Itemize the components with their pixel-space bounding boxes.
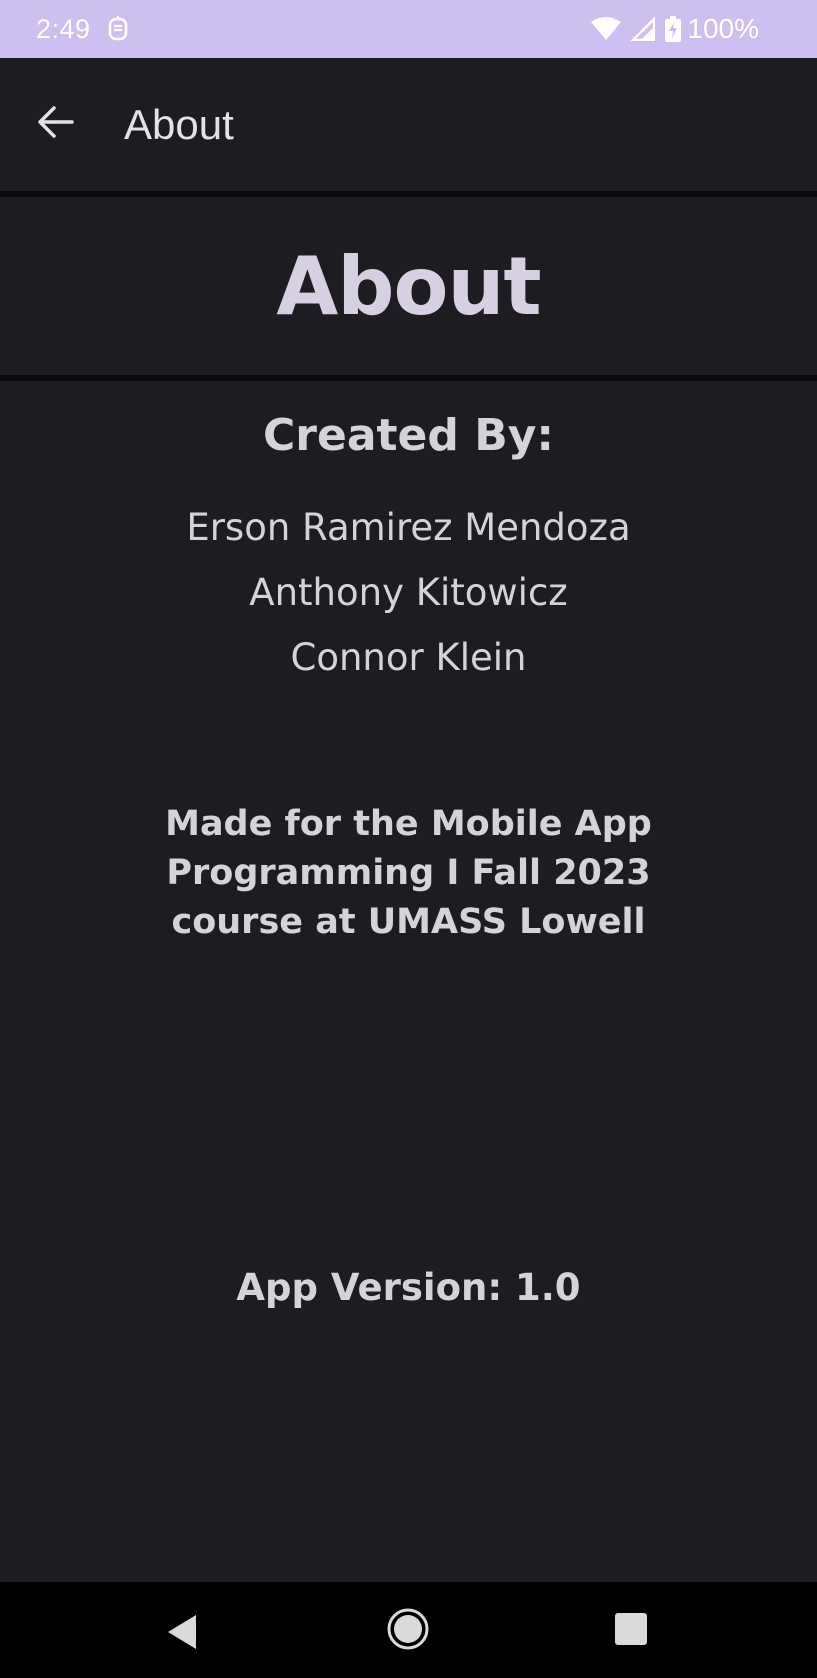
nav-back-button[interactable]: [160, 1612, 204, 1656]
battery-charging-icon: [665, 16, 682, 42]
course-note: Made for the Mobile App Programming I Fa…: [165, 804, 652, 942]
nav-home-icon: [385, 1606, 431, 1657]
about-screen: 2:49 100% About About Created By: Erson …: [0, 0, 817, 1678]
status-right: 100%: [581, 13, 759, 45]
status-bar: 2:49 100%: [0, 0, 817, 58]
member-name: Erson Ramirez Mendoza: [186, 506, 631, 549]
nav-recents-button[interactable]: [612, 1612, 650, 1650]
header-divider-bottom: [0, 375, 817, 381]
member-name: Anthony Kitowicz: [249, 571, 568, 614]
arrow-back-icon: [36, 104, 76, 145]
status-time: 2:49: [36, 13, 91, 44]
nav-back-icon: [164, 1612, 200, 1657]
top-app-bar: About: [0, 58, 817, 191]
created-by-label: Created By:: [262, 410, 555, 461]
app-version: App Version: 1.0: [236, 1266, 581, 1309]
page-heading: About: [276, 240, 541, 333]
nav-recents-icon: [613, 1611, 649, 1652]
status-left: 2:49: [36, 14, 129, 45]
nav-home-button[interactable]: [385, 1608, 431, 1654]
cell-signal-icon: [631, 17, 656, 41]
app-notification-icon: [107, 16, 129, 42]
back-button[interactable]: [28, 97, 84, 153]
app-bar-title: About: [124, 100, 234, 148]
member-name: Connor Klein: [290, 636, 527, 679]
battery-percentage: 100%: [687, 13, 759, 44]
wifi-icon: [591, 17, 622, 41]
system-nav-bar: [0, 1582, 817, 1678]
